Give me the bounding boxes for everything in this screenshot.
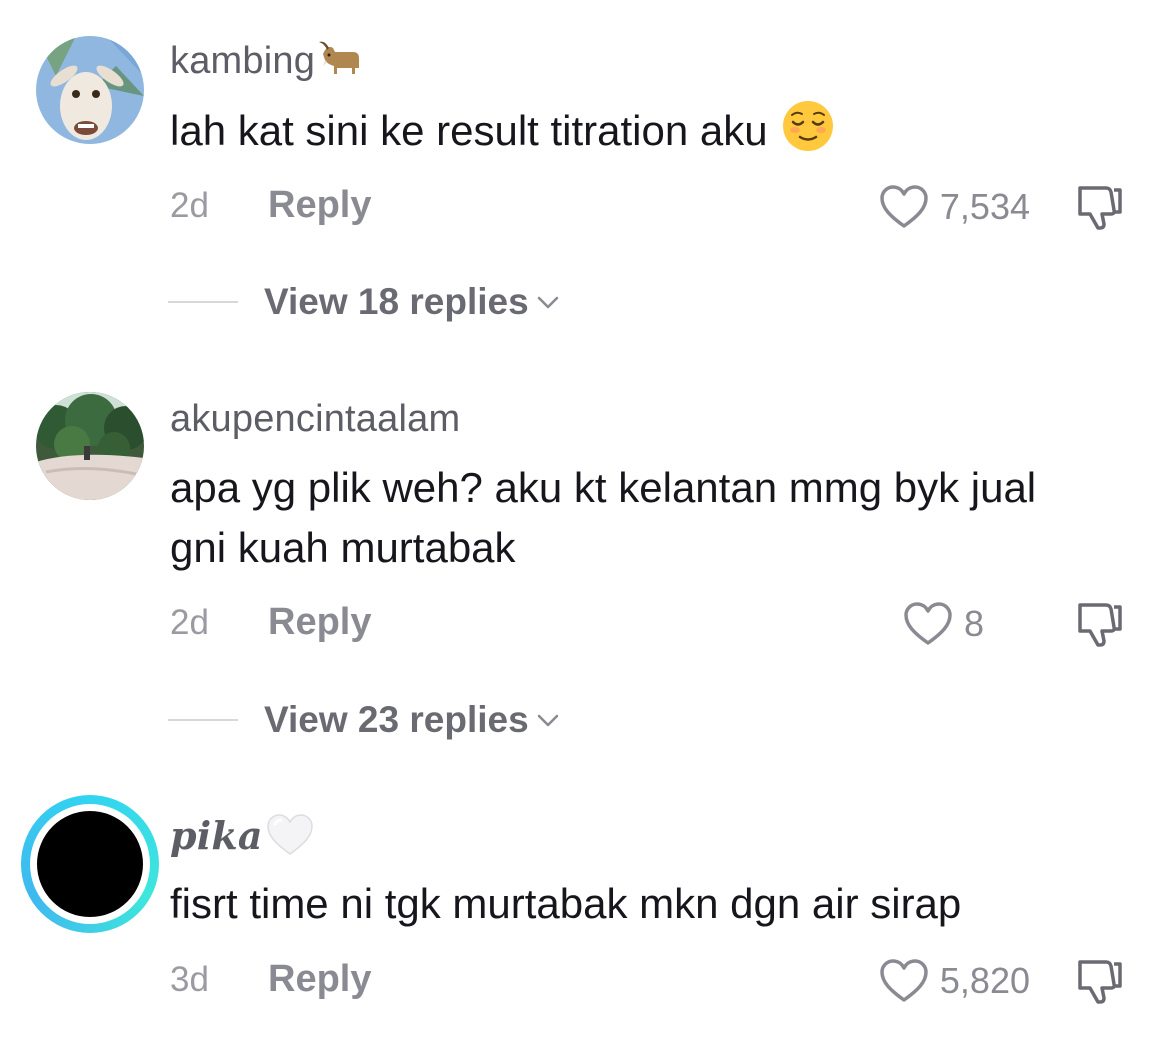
- like-button[interactable]: 7,534: [878, 182, 1030, 232]
- nature-avatar-image: [36, 392, 144, 500]
- username[interactable]: pika: [170, 812, 315, 867]
- heart-icon: [904, 602, 952, 645]
- heart-icon: [880, 959, 928, 1002]
- chevron-down-icon: [537, 714, 558, 727]
- timestamp: 2d: [170, 186, 209, 225]
- heart-icon: [880, 185, 928, 228]
- view-replies-button[interactable]: View 18 replies: [168, 277, 561, 327]
- avatar: [37, 811, 143, 917]
- dislike-icon[interactable]: [1074, 599, 1124, 649]
- like-count: 7,534: [939, 186, 1030, 227]
- comment-text: apa yg plik weh? aku kt kelantan mmg byk…: [170, 464, 1037, 571]
- white-heart-icon: [265, 812, 315, 867]
- reply-button[interactable]: Reply: [268, 601, 371, 644]
- avatar-story-ring[interactable]: [21, 795, 159, 933]
- dislike-icon[interactable]: [1074, 956, 1124, 1006]
- comment-text: fisrt time ni tgk murtabak mkn dgn air s…: [170, 880, 962, 927]
- timestamp: 3d: [170, 960, 209, 999]
- like-count: 8: [963, 603, 984, 644]
- goat-avatar-image: [36, 36, 144, 144]
- username[interactable]: akupencintaalam: [170, 398, 460, 441]
- like-count: 5,820: [939, 960, 1030, 1001]
- comment-meta: 2d Reply 7,534: [170, 182, 1130, 232]
- chevron-down-icon: [537, 296, 558, 309]
- comments-list: kambing lah kat sini ke result titration…: [0, 0, 1170, 1054]
- view-replies-button[interactable]: View 23 replies: [168, 695, 561, 745]
- comment-meta: 3d Reply 5,820: [170, 956, 1130, 1006]
- dislike-icon[interactable]: [1074, 182, 1124, 232]
- reply-button[interactable]: Reply: [268, 184, 371, 227]
- goat-icon: [317, 38, 363, 88]
- avatar[interactable]: [36, 36, 144, 144]
- divider: [168, 719, 238, 721]
- avatar[interactable]: [36, 392, 144, 500]
- like-button[interactable]: 5,820: [878, 956, 1030, 1006]
- username[interactable]: kambing: [170, 38, 363, 88]
- reply-button[interactable]: Reply: [268, 958, 371, 1001]
- comment-meta: 2d Reply 8: [170, 599, 1130, 649]
- like-button[interactable]: 8: [902, 599, 984, 649]
- relieved-face-icon: [782, 100, 834, 168]
- timestamp: 2d: [170, 603, 209, 642]
- divider: [168, 301, 238, 303]
- comment-text: lah kat sini ke result titration aku: [170, 100, 1130, 168]
